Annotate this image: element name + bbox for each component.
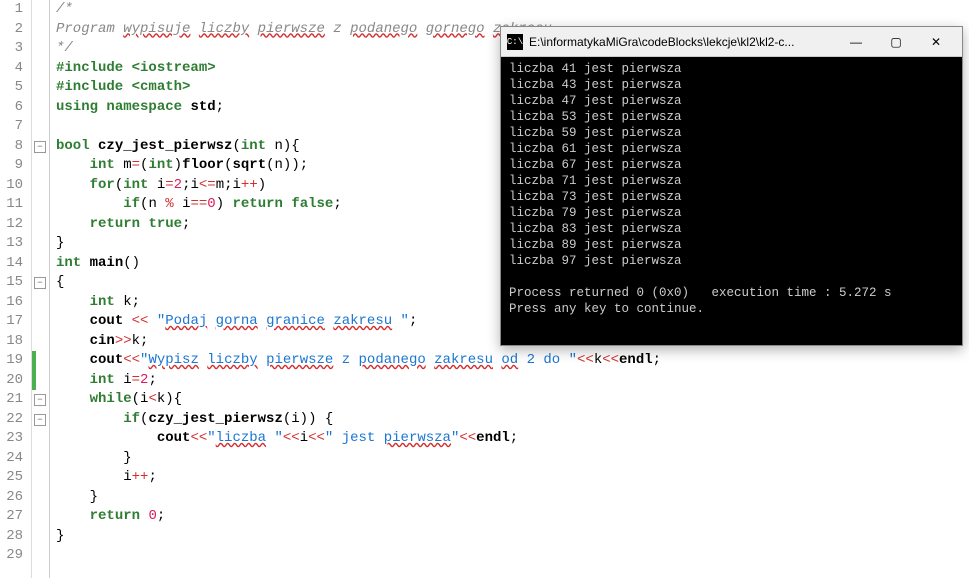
- code-line[interactable]: i++;: [56, 468, 661, 488]
- code-line[interactable]: }: [56, 449, 661, 469]
- line-number: 23: [0, 429, 23, 449]
- line-number: 17: [0, 312, 23, 332]
- console-title: E:\informatykaMiGra\codeBlocks\lekcje\kl…: [529, 35, 836, 49]
- line-number: 12: [0, 215, 23, 235]
- code-line[interactable]: cout<<"liczba "<<i<<" jest pierwsza"<<en…: [56, 429, 661, 449]
- line-number: 5: [0, 78, 23, 98]
- line-number: 29: [0, 546, 23, 566]
- code-line[interactable]: return 0;: [56, 507, 661, 527]
- line-number-gutter: 1234567891011121314151617181920212223242…: [0, 0, 32, 578]
- line-number: 22: [0, 410, 23, 430]
- line-number: 21: [0, 390, 23, 410]
- line-number: 28: [0, 527, 23, 547]
- line-number: 4: [0, 59, 23, 79]
- line-number: 19: [0, 351, 23, 371]
- line-number: 8: [0, 137, 23, 157]
- line-number: 26: [0, 488, 23, 508]
- fold-toggle[interactable]: −: [34, 414, 46, 426]
- line-number: 16: [0, 293, 23, 313]
- code-line[interactable]: if(czy_jest_pierwsz(i)) {: [56, 410, 661, 430]
- fold-toggle[interactable]: −: [34, 394, 46, 406]
- close-button[interactable]: ✕: [916, 28, 956, 56]
- code-line[interactable]: int i=2;: [56, 371, 661, 391]
- line-number: 7: [0, 117, 23, 137]
- code-line[interactable]: [56, 546, 661, 566]
- console-output[interactable]: liczba 41 jest pierwsza liczba 43 jest p…: [501, 57, 962, 345]
- code-line[interactable]: cout<<"Wypisz liczby pierwsze z podanego…: [56, 351, 661, 371]
- line-number: 24: [0, 449, 23, 469]
- line-number: 2: [0, 20, 23, 40]
- console-titlebar[interactable]: C:\ E:\informatykaMiGra\codeBlocks\lekcj…: [501, 27, 962, 57]
- maximize-button[interactable]: ▢: [876, 28, 916, 56]
- line-number: 14: [0, 254, 23, 274]
- line-number: 1: [0, 0, 23, 20]
- code-line[interactable]: }: [56, 488, 661, 508]
- console-icon: C:\: [507, 34, 523, 50]
- code-line[interactable]: }: [56, 527, 661, 547]
- code-line[interactable]: while(i<k){: [56, 390, 661, 410]
- line-number: 27: [0, 507, 23, 527]
- line-number: 25: [0, 468, 23, 488]
- line-number: 11: [0, 195, 23, 215]
- line-number: 6: [0, 98, 23, 118]
- change-marker: [32, 371, 36, 391]
- line-number: 18: [0, 332, 23, 352]
- fold-column[interactable]: − − − −: [32, 0, 50, 578]
- fold-toggle[interactable]: −: [34, 277, 46, 289]
- fold-toggle[interactable]: −: [34, 141, 46, 153]
- line-number: 9: [0, 156, 23, 176]
- line-number: 10: [0, 176, 23, 196]
- line-number: 20: [0, 371, 23, 391]
- minimize-button[interactable]: —: [836, 28, 876, 56]
- console-window[interactable]: C:\ E:\informatykaMiGra\codeBlocks\lekcj…: [500, 26, 963, 346]
- line-number: 3: [0, 39, 23, 59]
- code-line[interactable]: /*: [56, 0, 661, 20]
- line-number: 13: [0, 234, 23, 254]
- change-marker: [32, 351, 36, 371]
- line-number: 15: [0, 273, 23, 293]
